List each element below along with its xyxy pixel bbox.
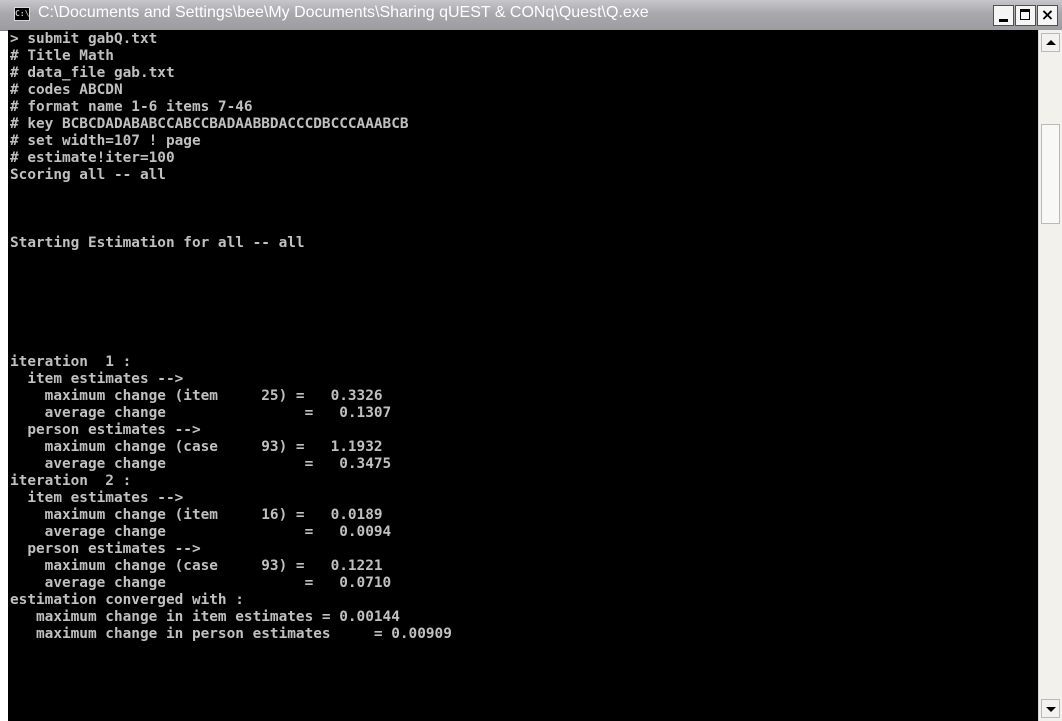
arrow-down-icon xyxy=(1046,707,1056,712)
console-line: # Title Math xyxy=(10,48,114,64)
console-line: person estimates --> xyxy=(10,541,201,557)
scroll-down-button[interactable] xyxy=(1041,699,1060,718)
minimize-icon xyxy=(999,19,1008,22)
console-line: maximum change (item 16) = 0.0189 xyxy=(10,507,383,523)
console-line: iteration 2 : xyxy=(10,473,132,489)
maximize-button[interactable] xyxy=(1015,5,1036,26)
console-line: > submit gabQ.txt xyxy=(10,31,158,47)
maximize-icon xyxy=(1020,9,1030,20)
console-line: # codes ABCDN xyxy=(10,82,123,98)
console-output[interactable]: > submit gabQ.txt # Title Math # data_file… xyxy=(8,30,1038,721)
console-line: maximum change in item estimates = 0.001… xyxy=(10,609,400,625)
console-line: person estimates --> xyxy=(10,422,201,438)
console-line: # format name 1-6 items 7-46 xyxy=(10,99,253,115)
console-line: estimation converged with : xyxy=(10,592,244,608)
minimize-button[interactable] xyxy=(993,5,1014,26)
scroll-thumb[interactable] xyxy=(1041,124,1060,224)
console-line: # data_file gab.txt xyxy=(10,65,175,81)
console-line: average change = 0.3475 xyxy=(10,456,392,472)
vertical-scrollbar[interactable] xyxy=(1038,30,1062,721)
console-app-icon[interactable]: C:\ xyxy=(14,7,30,21)
console-line: maximum change (case 93) = 1.1932 xyxy=(10,439,383,455)
console-line: average change = 0.1307 xyxy=(10,405,392,421)
console-line: # estimate!iter=100 xyxy=(10,150,175,166)
console-line: maximum change in person estimates = 0.0… xyxy=(10,626,452,642)
console-line: average change = 0.0094 xyxy=(10,524,392,540)
close-button[interactable]: × xyxy=(1037,5,1058,26)
console-line: maximum change (item 25) = 0.3326 xyxy=(10,388,383,404)
title-bar[interactable]: C:\ C:\Documents and Settings\bee\My Doc… xyxy=(0,0,1062,31)
console-line: iteration 1 : xyxy=(10,354,132,370)
console-line: average change = 0.0710 xyxy=(10,575,392,591)
scroll-up-button[interactable] xyxy=(1041,33,1060,52)
console-line: Starting Estimation for all -- all xyxy=(10,235,305,251)
window-title: C:\Documents and Settings\bee\My Documen… xyxy=(38,4,649,21)
close-icon: × xyxy=(1040,5,1055,24)
console-line: item estimates --> xyxy=(10,371,184,387)
console-line: item estimates --> xyxy=(10,490,184,506)
arrow-up-icon xyxy=(1046,40,1056,45)
console-line: maximum change (case 93) = 0.1221 xyxy=(10,558,383,574)
console-window: C:\ C:\Documents and Settings\bee\My Doc… xyxy=(0,0,1062,721)
console-line: # set width=107 ! page xyxy=(10,133,201,149)
console-line: # key BCBCDADABABCCABCCBADAABBDACCCDBCCC… xyxy=(10,116,409,132)
console-line: Scoring all -- all xyxy=(10,167,166,183)
